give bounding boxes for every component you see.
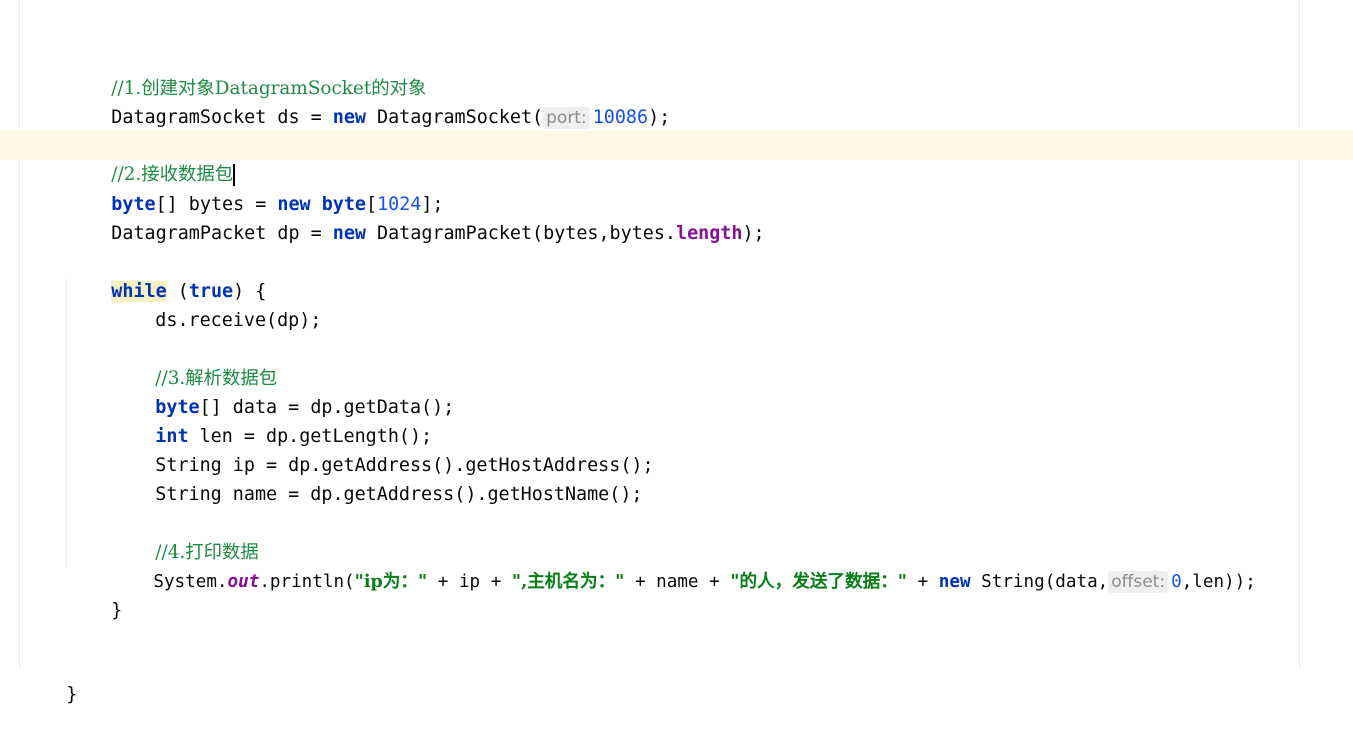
code-line-19[interactable]: } xyxy=(67,567,122,621)
right-margin-guide xyxy=(1299,0,1300,670)
code-editor[interactable]: //1.创建对象DatagramSocket的对象 DatagramSocket… xyxy=(0,0,1353,705)
code-line-22[interactable]: } xyxy=(22,651,77,705)
code-line-4[interactable]: //2.接收数据包 xyxy=(67,131,236,186)
code-text: DatagramPacket(bytes,bytes. xyxy=(365,223,676,244)
code-line-15[interactable]: String name = dp.getAddress().getHostNam… xyxy=(111,451,642,505)
code-line-11[interactable]: //3.解析数据包 xyxy=(111,335,277,389)
code-text: ); xyxy=(648,107,671,128)
code-line-14[interactable]: String ip = dp.getAddress().getHostAddre… xyxy=(111,422,653,476)
keyword: new xyxy=(332,107,366,128)
string-literal: "ip为：" xyxy=(354,571,428,592)
field-reference: length xyxy=(676,223,743,244)
closing-brace: } xyxy=(111,600,123,621)
gutter-divider xyxy=(19,0,20,670)
code-line-6[interactable]: DatagramPacket dp = new DatagramPacket(b… xyxy=(67,190,764,244)
code-text: ); xyxy=(742,223,765,244)
code-line-5[interactable]: byte[] bytes = new byte[1024]; xyxy=(67,161,443,215)
code-line-13[interactable]: int len = dp.getLength(); xyxy=(111,393,432,447)
code-text: String name = dp.getAddress().getHostNam… xyxy=(155,484,643,505)
string-literal: ",主机名为：" xyxy=(511,571,625,592)
code-text: ,len)); xyxy=(1181,572,1256,592)
code-line-9[interactable]: ds.receive(dp); xyxy=(111,277,321,331)
code-text: ds.receive(dp); xyxy=(155,310,322,331)
code-text: DatagramSocket ds = xyxy=(111,107,333,128)
code-text: System. xyxy=(153,572,228,592)
number-literal: 0 xyxy=(1171,572,1182,592)
string-literal: "的人，发送了数据：" xyxy=(730,571,907,592)
code-line-17[interactable]: //4.打印数据 xyxy=(111,509,259,563)
code-line-18[interactable]: System.out.println("ip为：" + ip + ",主机名为：… xyxy=(111,538,1256,593)
parameter-hint: offset: xyxy=(1108,571,1169,593)
closing-brace: } xyxy=(66,684,78,705)
number-literal: 10086 xyxy=(592,107,649,128)
keyword: new xyxy=(938,572,971,592)
code-text: + xyxy=(906,572,939,592)
code-line-12[interactable]: byte[] data = dp.getData(); xyxy=(111,364,454,418)
code-text: + name + xyxy=(624,572,731,592)
static-field: out xyxy=(227,572,260,592)
code-text: String(data, xyxy=(970,572,1109,592)
code-text: + ip + xyxy=(427,572,512,592)
code-text: DatagramSocket( xyxy=(365,107,544,128)
parameter-hint: port: xyxy=(543,107,590,129)
keyword: new xyxy=(332,223,366,244)
code-line-1[interactable]: //1.创建对象DatagramSocket的对象 xyxy=(67,45,426,99)
code-text: DatagramPacket dp = xyxy=(111,223,333,244)
code-text: .println( xyxy=(259,572,355,592)
code-line-2[interactable]: DatagramSocket ds = new DatagramSocket(p… xyxy=(67,74,670,129)
code-line-8[interactable]: while (true) { xyxy=(67,248,266,302)
